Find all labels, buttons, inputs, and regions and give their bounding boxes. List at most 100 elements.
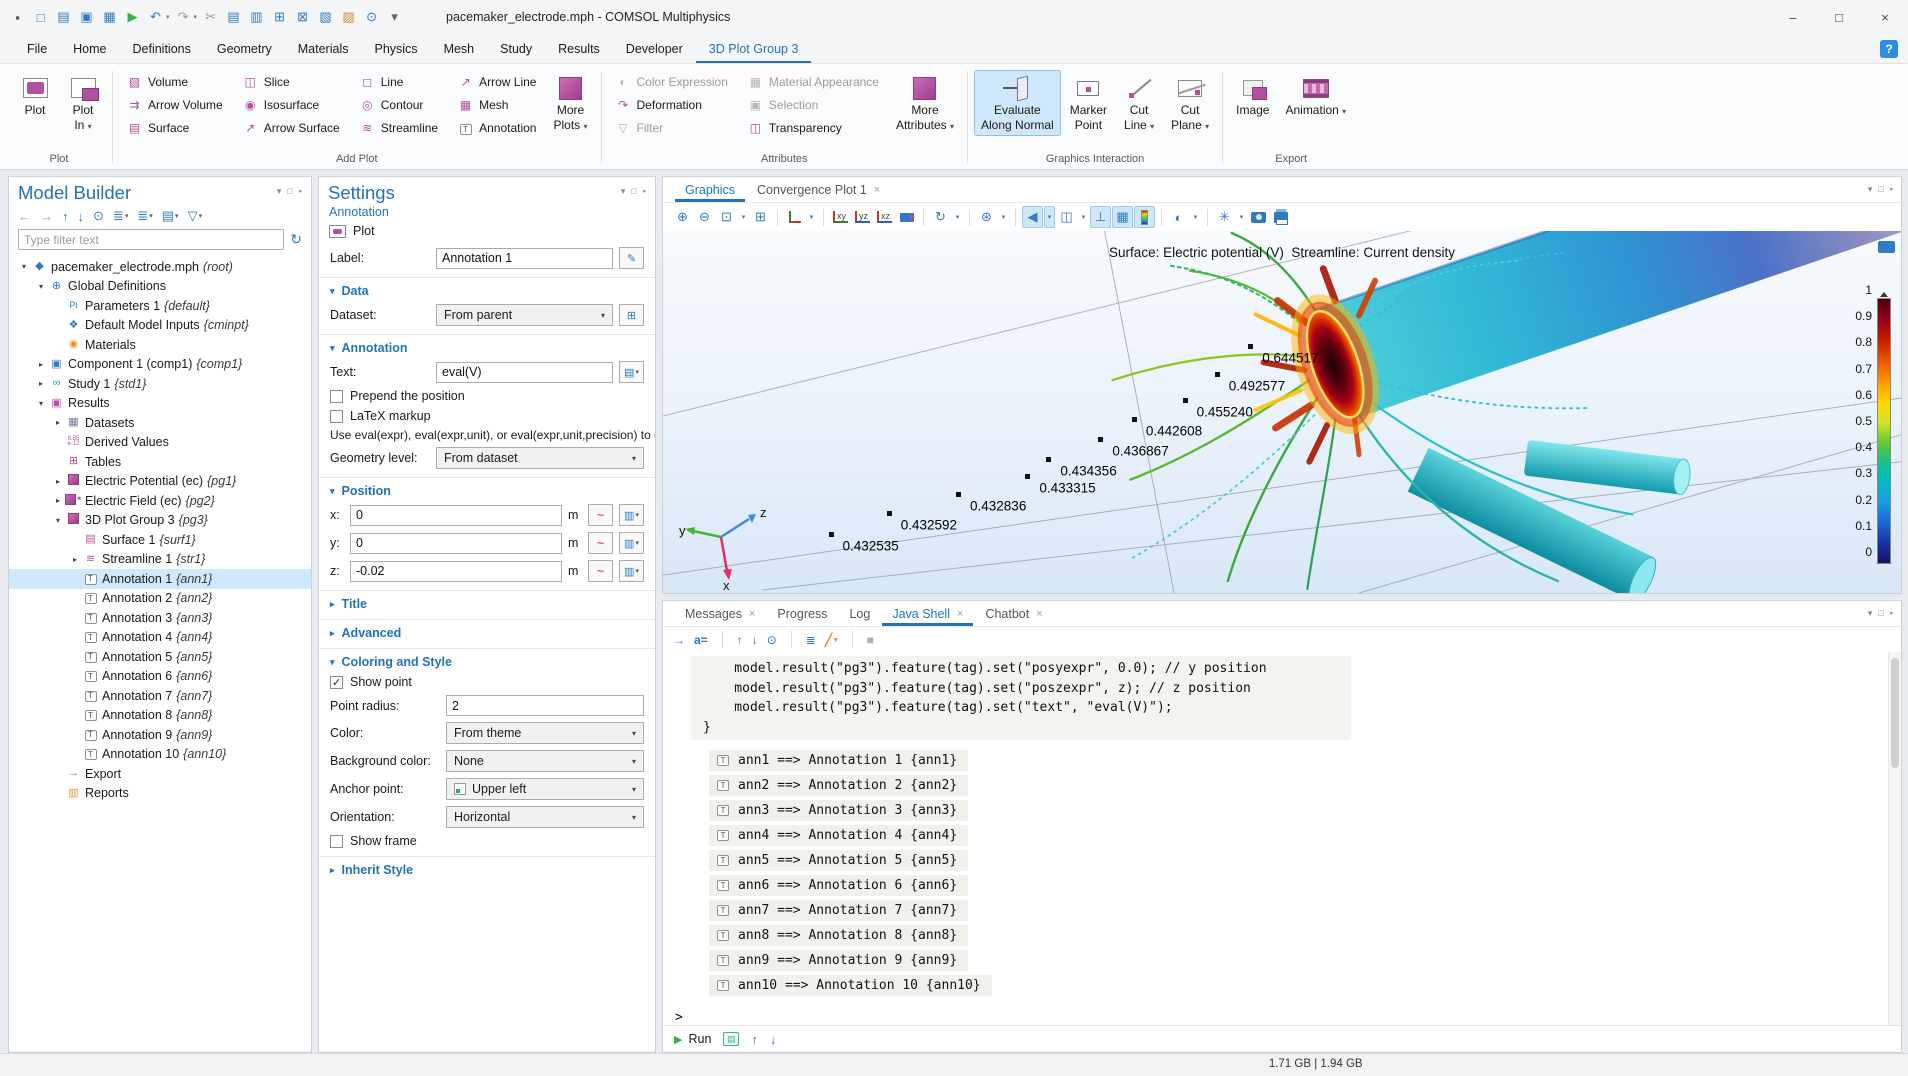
transparency-icon-chevron[interactable]: ▾	[1078, 206, 1089, 228]
arrow-line-button[interactable]: ↗Arrow Line	[450, 70, 544, 93]
tree-item-datasets[interactable]: ▸▦Datasets	[9, 413, 311, 433]
tree-item-annotation-10[interactable]: TAnnotation 10{ann10}	[9, 745, 311, 765]
help-icon[interactable]: ?	[1880, 40, 1898, 58]
more-plots-button[interactable]: MorePlots ▾	[546, 70, 594, 136]
copy-icon[interactable]: ▤	[224, 8, 243, 27]
transparency-icon[interactable]: ◫	[1056, 206, 1077, 228]
tab-graphics[interactable]: Graphics	[675, 177, 745, 202]
save-as-icon[interactable]: ▦	[100, 8, 119, 27]
tree-item-export[interactable]: →Export	[9, 764, 311, 784]
import-icon[interactable]: →	[673, 633, 685, 647]
redo-icon-chevron[interactable]: ▾	[194, 13, 198, 21]
zoom-out-icon[interactable]: ⊖	[694, 206, 715, 228]
collapse-all-icon[interactable]: ≣ ▾	[113, 208, 128, 224]
show-icon[interactable]: ⊙	[93, 208, 104, 224]
show-point-checkbox[interactable]: ✓Show point	[319, 672, 655, 692]
position-z-input[interactable]	[350, 561, 562, 582]
go-to-source-button[interactable]: ⊞	[619, 304, 644, 326]
redo-icon[interactable]: ↷	[174, 8, 193, 27]
expand-icon[interactable]: ▸	[34, 360, 48, 369]
annotation-button[interactable]: TAnnotation	[450, 116, 544, 139]
volume-button[interactable]: ▧Volume	[119, 70, 231, 93]
scene-light-icon-chevron[interactable]: ▾	[998, 206, 1009, 228]
refresh-icon[interactable]: ↻	[290, 231, 302, 248]
tree-item-electric-field--ec-[interactable]: ▸∗Electric Field (ec){pg2}	[9, 491, 311, 511]
close-icon[interactable]: ×	[749, 608, 755, 620]
tree-item-global-definitions[interactable]: ▾⊕Global Definitions	[9, 277, 311, 297]
section-title[interactable]: ▸Title	[319, 590, 655, 614]
close-icon[interactable]: ×	[1862, 0, 1908, 34]
evaluate-along-normal-button[interactable]: EvaluateAlong Normal	[974, 70, 1061, 136]
clear-icon[interactable]: ╱ ▾	[825, 633, 838, 647]
expand-icon[interactable]: ▸	[34, 379, 48, 388]
expand-icon[interactable]: ▸	[51, 496, 65, 505]
streamline-button[interactable]: ≋Streamline	[352, 116, 446, 139]
previous-command-icon[interactable]: ↑	[751, 1032, 758, 1047]
tree-item-annotation-4[interactable]: TAnnotation 4{ann4}	[9, 628, 311, 648]
float-panel-icon[interactable]: □	[287, 186, 292, 197]
run-button[interactable]: ▶ Run	[674, 1032, 711, 1046]
plot-in-button[interactable]: PlotIn ▾	[60, 70, 106, 136]
ribbon-tab-file[interactable]: File	[14, 34, 60, 63]
tree-item-tables[interactable]: ⊞Tables	[9, 452, 311, 472]
tab-messages[interactable]: Messages×	[675, 601, 765, 626]
wrap-lines-icon[interactable]: ≣	[806, 633, 816, 647]
print-icon[interactable]	[1270, 206, 1291, 228]
tree-item-parameters-1[interactable]: PiParameters 1{default}	[9, 296, 311, 316]
label-input[interactable]	[436, 248, 613, 269]
annotation-text-input[interactable]	[436, 362, 613, 383]
tree-item-reports[interactable]: ▥Reports	[9, 784, 311, 804]
float-panel-icon[interactable]: □	[1878, 608, 1883, 619]
shell-prompt[interactable]: >	[675, 1010, 1901, 1025]
prepend-the-position-checkbox[interactable]: Prepend the position	[319, 386, 655, 406]
range-button[interactable]: ~	[588, 532, 613, 554]
tree-item-streamline-1[interactable]: ▸≋Streamline 1{str1}	[9, 550, 311, 570]
maximize-icon[interactable]: □	[1816, 0, 1862, 34]
app-icon[interactable]: ▪	[8, 8, 27, 27]
move-up-icon[interactable]: ↑	[737, 633, 743, 647]
rotate-icon[interactable]: ↻	[930, 206, 951, 228]
go-to-default-view-icon-chevron[interactable]: ▾	[806, 206, 817, 228]
expand-icon[interactable]: ▸	[51, 418, 65, 427]
position-y-input[interactable]	[350, 533, 562, 554]
environment-icon[interactable]: ✳	[1214, 206, 1235, 228]
delete-icon[interactable]: ⊠	[293, 8, 312, 27]
ribbon-tab-study[interactable]: Study	[487, 34, 545, 63]
show-grid-icon[interactable]: ▦	[1112, 206, 1133, 228]
latex-markup-checkbox[interactable]: LaTeX markup	[319, 406, 655, 426]
backgroundcolor-select[interactable]: None▾	[446, 750, 644, 772]
java-shell-output[interactable]: model.result("pg3").feature(tag).set("po…	[663, 652, 1901, 1025]
tree-item-3d-plot-group-3[interactable]: ▾3D Plot Group 3{pg3}	[9, 511, 311, 531]
range-button[interactable]: ~	[588, 560, 613, 582]
text-expression-button[interactable]: ▤▾	[619, 361, 644, 383]
line-button[interactable]: ◻Line	[352, 70, 446, 93]
tree-item-derived-values[interactable]: 8.85e-12Derived Values	[9, 433, 311, 453]
pin-panel-icon[interactable]: ▪	[643, 186, 646, 197]
collapse-icon[interactable]: ▾	[51, 516, 65, 525]
ribbon-tab-mesh[interactable]: Mesh	[431, 34, 488, 63]
section-advanced[interactable]: ▸Advanced	[319, 619, 655, 643]
duplicate-icon[interactable]: ⊞	[270, 8, 289, 27]
save-icon[interactable]: ▣	[77, 8, 96, 27]
tree-filter-input[interactable]	[18, 229, 284, 250]
cut-line-button[interactable]: CutLine ▾	[1116, 70, 1162, 136]
ribbon-tab-materials[interactable]: Materials	[285, 34, 362, 63]
panel-menu-icon[interactable]: ▾	[621, 186, 626, 197]
orientation-select[interactable]: Horizontal▾	[446, 806, 644, 828]
dataset-select[interactable]: From parent▾	[436, 304, 613, 326]
tree-item-annotation-5[interactable]: TAnnotation 5{ann5}	[9, 647, 311, 667]
tree-item-annotation-2[interactable]: TAnnotation 2{ann2}	[9, 589, 311, 609]
sound-icon[interactable]: ◀	[1022, 206, 1043, 228]
mesh-button[interactable]: ▦Mesh	[450, 93, 544, 116]
close-icon[interactable]: ×	[1036, 608, 1042, 620]
sound-icon-chevron[interactable]: ▾	[1044, 206, 1055, 228]
tree-item-surface-1[interactable]: ▤Surface 1{surf1}	[9, 530, 311, 550]
section-annotation[interactable]: ▾Annotation	[319, 334, 655, 358]
tree-item-annotation-3[interactable]: TAnnotation 3{ann3}	[9, 608, 311, 628]
close-icon[interactable]: ×	[957, 608, 963, 620]
paste-icon[interactable]: ▥	[247, 8, 266, 27]
open-icon[interactable]: ▤	[54, 8, 73, 27]
geometry-level-select[interactable]: From dataset▾	[436, 447, 644, 469]
plot-button[interactable]: Plot	[12, 70, 58, 121]
pin-panel-icon[interactable]: ▪	[1890, 608, 1893, 619]
